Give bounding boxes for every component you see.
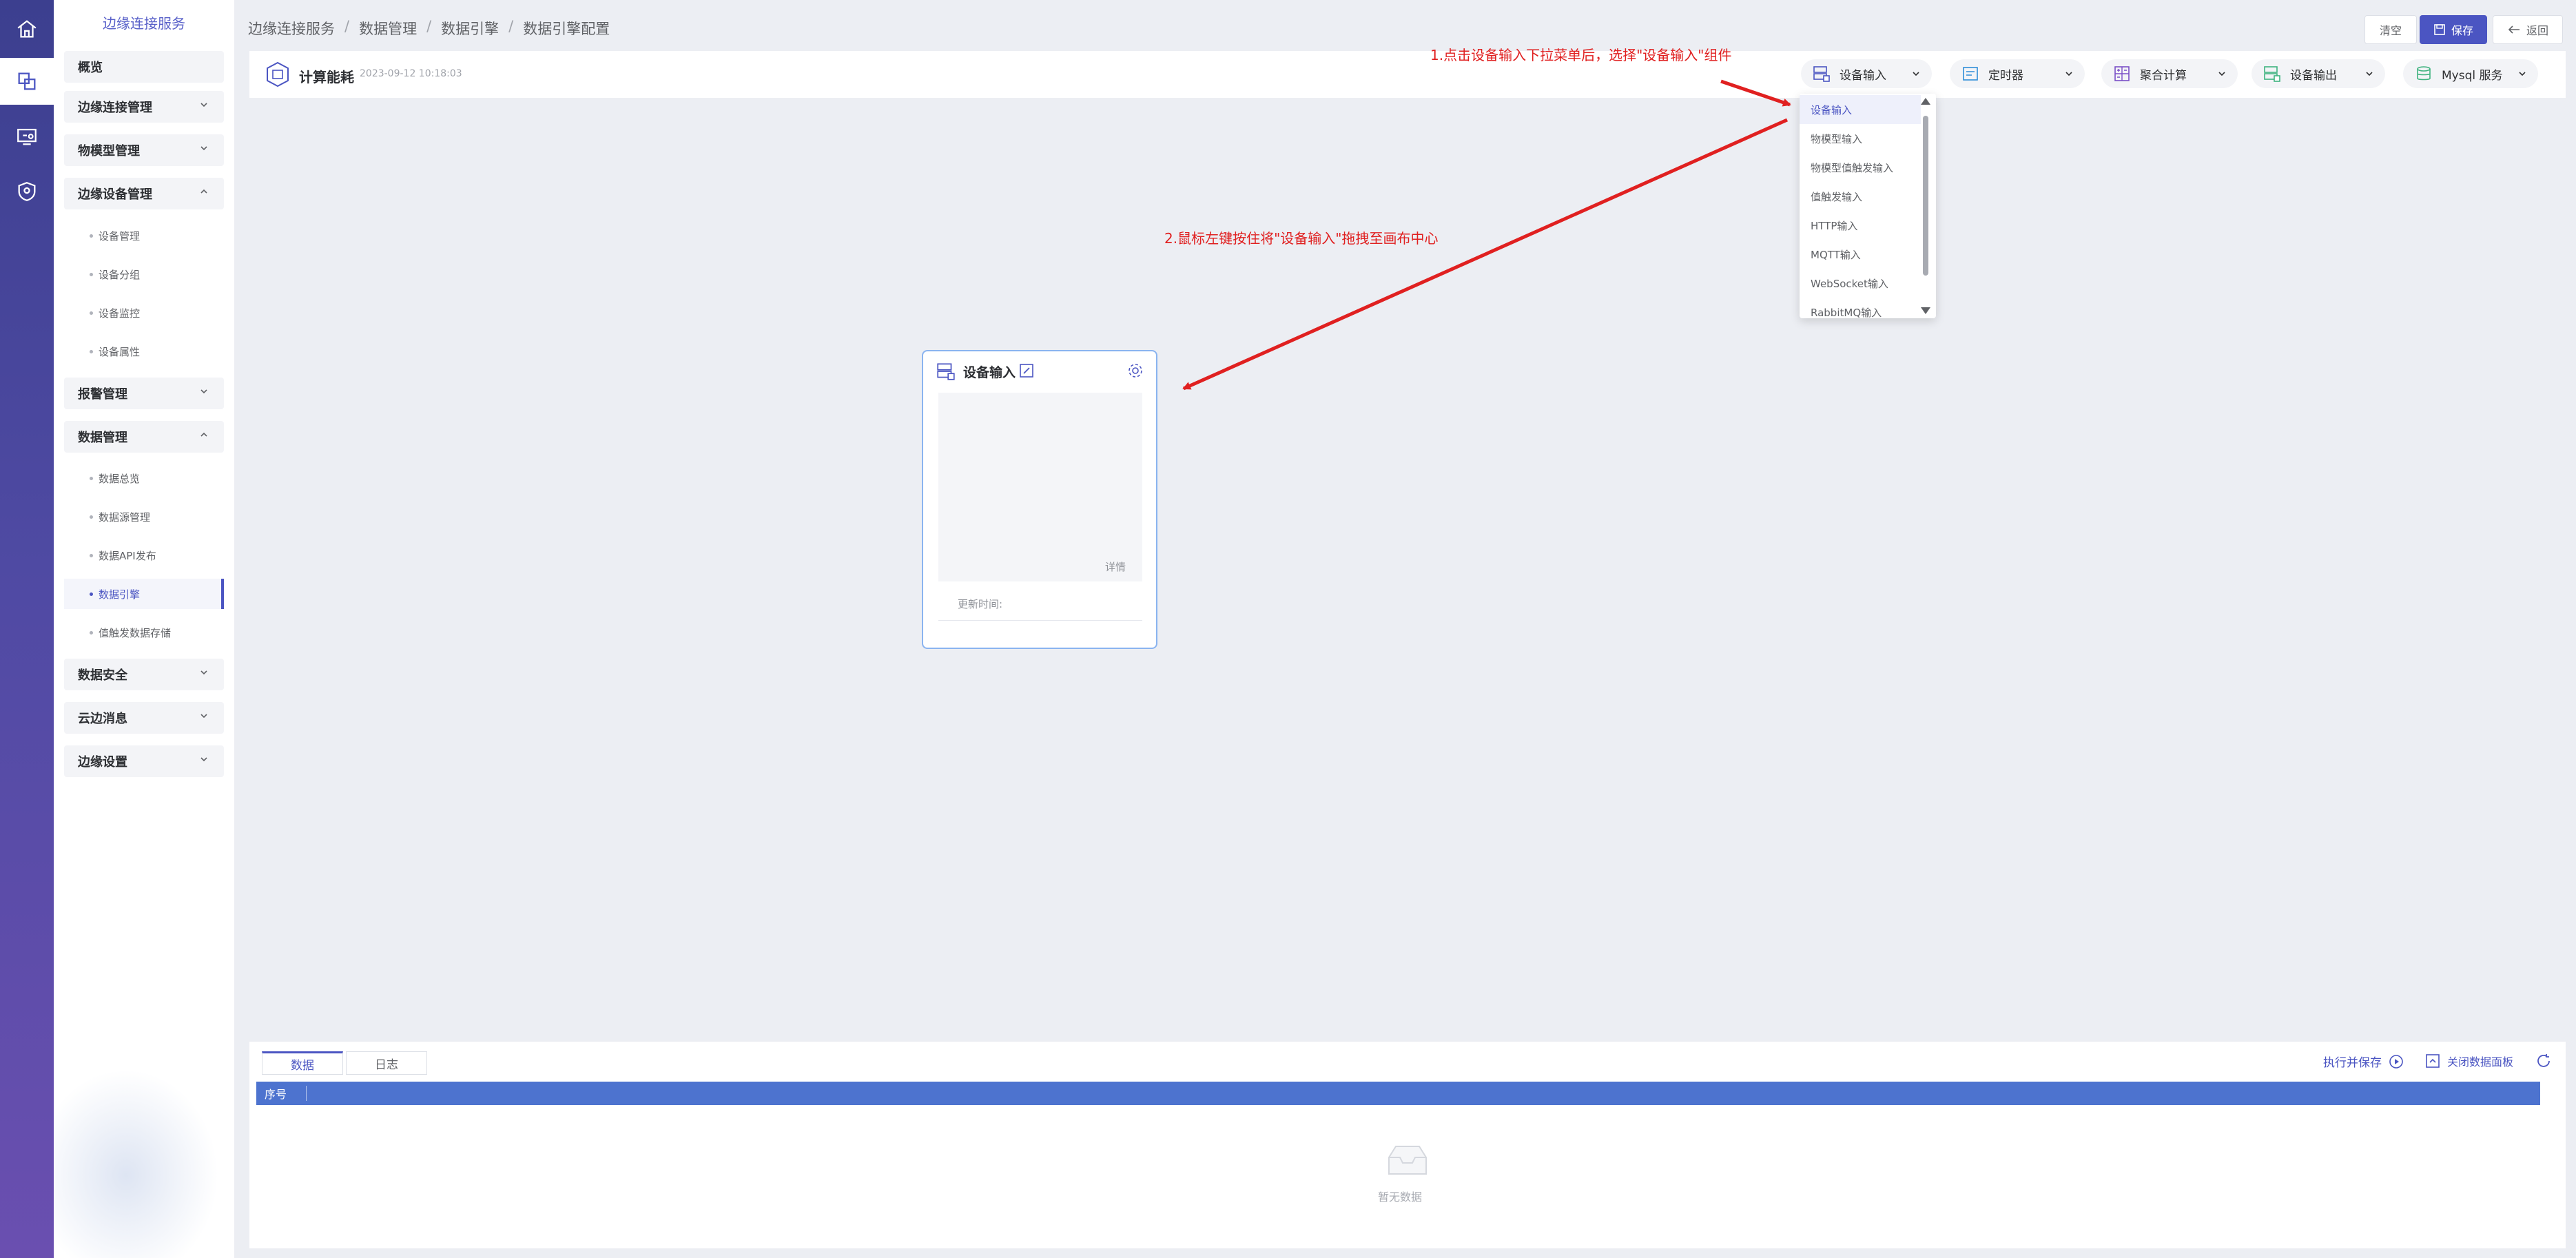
node-title: 设备输入 [963,365,1016,380]
device-input-node[interactable]: 设备输入 详情 更新时间: [922,350,1157,649]
breadcrumb-separator: / [508,18,514,34]
arrow-left-icon [2508,25,2520,34]
chevron-down-icon [200,389,207,394]
tab-log[interactable]: 日志 [346,1051,427,1075]
edit-icon[interactable] [1018,362,1035,379]
sidebar-item-cloud-edge-msg[interactable]: 云边消息 [64,702,224,734]
edge-connect-icon[interactable] [0,58,54,105]
breadcrumb: 边缘连接服务 / 数据管理 / 数据引擎 / 数据引擎配置 [248,18,610,39]
sidebar-item-data-security[interactable]: 数据安全 [64,659,224,690]
node-divider [938,620,1142,621]
back-button[interactable]: 返回 [2493,15,2563,44]
execute-save-button[interactable]: 执行并保存 [2323,1053,2404,1070]
tab-data[interactable]: 数据 [262,1051,343,1075]
chevron-down-icon [200,146,207,151]
dropdown-scrollbar[interactable] [1919,96,1932,316]
breadcrumb-item-current: 数据引擎配置 [523,21,610,37]
node-detail-link[interactable]: 详情 [1105,559,1126,574]
menu-item-thing-model-input[interactable]: 物模型输入 [1800,124,1921,153]
flow-canvas[interactable] [249,51,2566,1029]
table-header: 序号 [256,1082,2540,1105]
sidebar-item-edge-device[interactable]: 边缘设备管理 [64,178,224,209]
device-input-menu: 设备输入 物模型输入 物模型值触发输入 值触发输入 HTTP输入 MQTT输入 … [1800,94,1936,318]
save-icon [2434,24,2445,35]
shield-icon[interactable] [0,168,54,215]
refresh-icon[interactable] [2535,1053,2552,1069]
chevron-down-icon [200,670,207,675]
chevron-down-icon [2519,72,2526,76]
menu-item-mqtt-input[interactable]: MQTT输入 [1800,240,1921,269]
sidebar-subitem-device-manage[interactable]: 设备管理 [64,220,224,251]
sidebar-subitem-device-monitor[interactable]: 设备监控 [64,298,224,328]
clear-button[interactable]: 清空 [2364,15,2417,44]
column-header-index: 序号 [265,1088,287,1101]
sidebar: 边缘连接服务 概览 边缘连接管理 物模型管理 边缘设备管理 设备管理 设备分组 … [54,0,234,1258]
chevron-up-icon [200,189,207,194]
sidebar-subitem-data-engine[interactable]: 数据引擎 [64,579,224,609]
sidebar-decoration [54,1051,234,1258]
timer-dropdown[interactable]: 定时器 [1950,59,2085,88]
breadcrumb-separator: / [426,18,432,34]
empty-box-icon [1388,1146,1427,1175]
annotation-step-2: 2.鼠标左键按住将"设备输入"拖拽至画布中心 [1164,230,1439,247]
mysql-service-dropdown[interactable]: Mysql 服务 [2403,59,2538,88]
chevron-down-icon [200,757,207,762]
menu-item-device-input[interactable]: 设备输入 [1800,95,1921,124]
sidebar-subitem-data-api[interactable]: 数据API发布 [64,540,224,570]
collapse-icon [2426,1054,2440,1068]
chevron-up-icon [200,432,207,437]
sidebar-subitem-device-attr[interactable]: 设备属性 [64,336,224,367]
chevron-down-icon [2366,72,2373,76]
sidebar-item-overview[interactable]: 概览 [64,51,224,83]
sidebar-subitem-trigger-storage[interactable]: 值触发数据存储 [64,617,224,648]
device-output-icon [2264,66,2280,82]
device-input-icon [937,363,955,380]
database-icon [2417,66,2431,81]
breadcrumb-separator: / [344,18,350,34]
close-panel-button[interactable]: 关闭数据面板 [2425,1053,2513,1069]
device-output-dropdown[interactable]: 设备输出 [2252,59,2385,88]
chevron-down-icon [2065,72,2072,76]
chevron-down-icon [2218,72,2225,76]
node-update-time-label: 更新时间: [958,598,1003,610]
sidebar-item-edge-settings[interactable]: 边缘设置 [64,745,224,777]
monitor-icon[interactable] [0,113,54,160]
menu-item-value-trigger-input[interactable]: 值触发输入 [1800,182,1921,211]
sidebar-subitem-data-overview[interactable]: 数据总览 [64,463,224,493]
menu-item-websocket-input[interactable]: WebSocket输入 [1800,269,1921,298]
sidebar-item-alarm[interactable]: 报警管理 [64,378,224,409]
gear-icon[interactable] [1127,362,1144,379]
flow-name: 计算能耗 [299,69,354,85]
aggregate-dropdown[interactable]: 聚合计算 [2101,59,2238,88]
menu-item-thing-model-trigger-input[interactable]: 物模型值触发输入 [1800,153,1921,182]
annotation-step-1: 1.点击设备输入下拉菜单后，选择"设备输入"组件 [1430,47,1732,63]
sidebar-title: 边缘连接服务 [103,15,185,32]
save-button[interactable]: 保存 [2420,15,2487,44]
breadcrumb-item[interactable]: 数据管理 [359,18,417,39]
timer-icon [1963,67,1978,81]
menu-item-rabbitmq-input[interactable]: RabbitMQ输入 [1800,298,1921,319]
icon-rail [0,0,54,1258]
sidebar-subitem-device-group[interactable]: 设备分组 [64,259,224,289]
chevron-down-icon [1913,72,1919,76]
sidebar-subitem-datasource[interactable]: 数据源管理 [64,502,224,532]
chevron-down-icon [200,103,207,107]
breadcrumb-item[interactable]: 数据引擎 [441,18,499,39]
menu-item-http-input[interactable]: HTTP输入 [1800,211,1921,240]
flow-logo-icon [267,61,289,87]
empty-state-text: 暂无数据 [1378,1190,1423,1204]
chevron-down-icon [200,714,207,719]
device-input-dropdown[interactable]: 设备输入 [1801,59,1932,88]
sidebar-item-data-manage[interactable]: 数据管理 [64,421,224,453]
flow-timestamp: 2023-09-12 10:18:03 [360,68,462,79]
home-icon[interactable] [0,6,54,52]
play-icon [2389,1054,2403,1069]
breadcrumb-item[interactable]: 边缘连接服务 [248,18,335,39]
sidebar-item-thing-model[interactable]: 物模型管理 [64,134,224,166]
device-input-icon [1813,66,1830,82]
node-content-area [938,393,1142,581]
aggregate-icon [2114,66,2130,81]
sidebar-item-edge-connect[interactable]: 边缘连接管理 [64,91,224,123]
